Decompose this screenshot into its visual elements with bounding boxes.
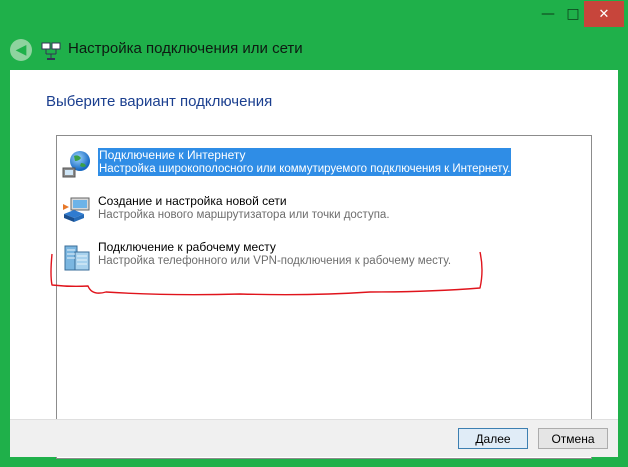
- close-button[interactable]: ✕: [584, 1, 624, 27]
- page-instruction: Выберите вариант подключения: [46, 93, 273, 110]
- wizard-title: Настройка подключения или сети: [68, 40, 303, 57]
- connection-options-list: Подключение к Интернету Настройка широко…: [56, 135, 592, 459]
- workplace-icon: [64, 245, 90, 271]
- network-icon: [41, 42, 61, 60]
- minimize-button[interactable]: —: [533, 1, 563, 27]
- router-icon: [63, 197, 90, 222]
- wizard-content: Выберите вариант подключения Подключение…: [10, 70, 618, 459]
- maximize-button[interactable]: □: [563, 1, 583, 27]
- option-title: Подключение к рабочему месту: [98, 240, 276, 254]
- option-new-network[interactable]: Создание и настройка новой сети Настройк…: [57, 192, 577, 228]
- back-arrow-icon[interactable]: ◀: [10, 39, 32, 61]
- wizard-footer: Далее Отмена: [10, 419, 618, 457]
- option-title: Создание и настройка новой сети: [98, 194, 287, 208]
- next-button[interactable]: Далее: [458, 428, 528, 449]
- title-bar: — □ ✕: [0, 0, 628, 32]
- option-internet[interactable]: Подключение к Интернету Настройка широко…: [57, 146, 577, 182]
- globe-network-icon: [62, 151, 90, 178]
- option-description: Настройка телефонного или VPN-подключени…: [98, 255, 452, 267]
- option-description: Настройка нового маршрутизатора или точк…: [98, 209, 390, 221]
- cancel-button[interactable]: Отмена: [538, 428, 608, 449]
- option-title: Подключение к Интернету: [99, 148, 246, 162]
- option-workplace[interactable]: Подключение к рабочему месту Настройка т…: [57, 238, 577, 274]
- wizard-header: ◀ Настройка подключения или сети: [0, 32, 628, 70]
- option-description: Настройка широкополосного или коммутируе…: [99, 163, 511, 175]
